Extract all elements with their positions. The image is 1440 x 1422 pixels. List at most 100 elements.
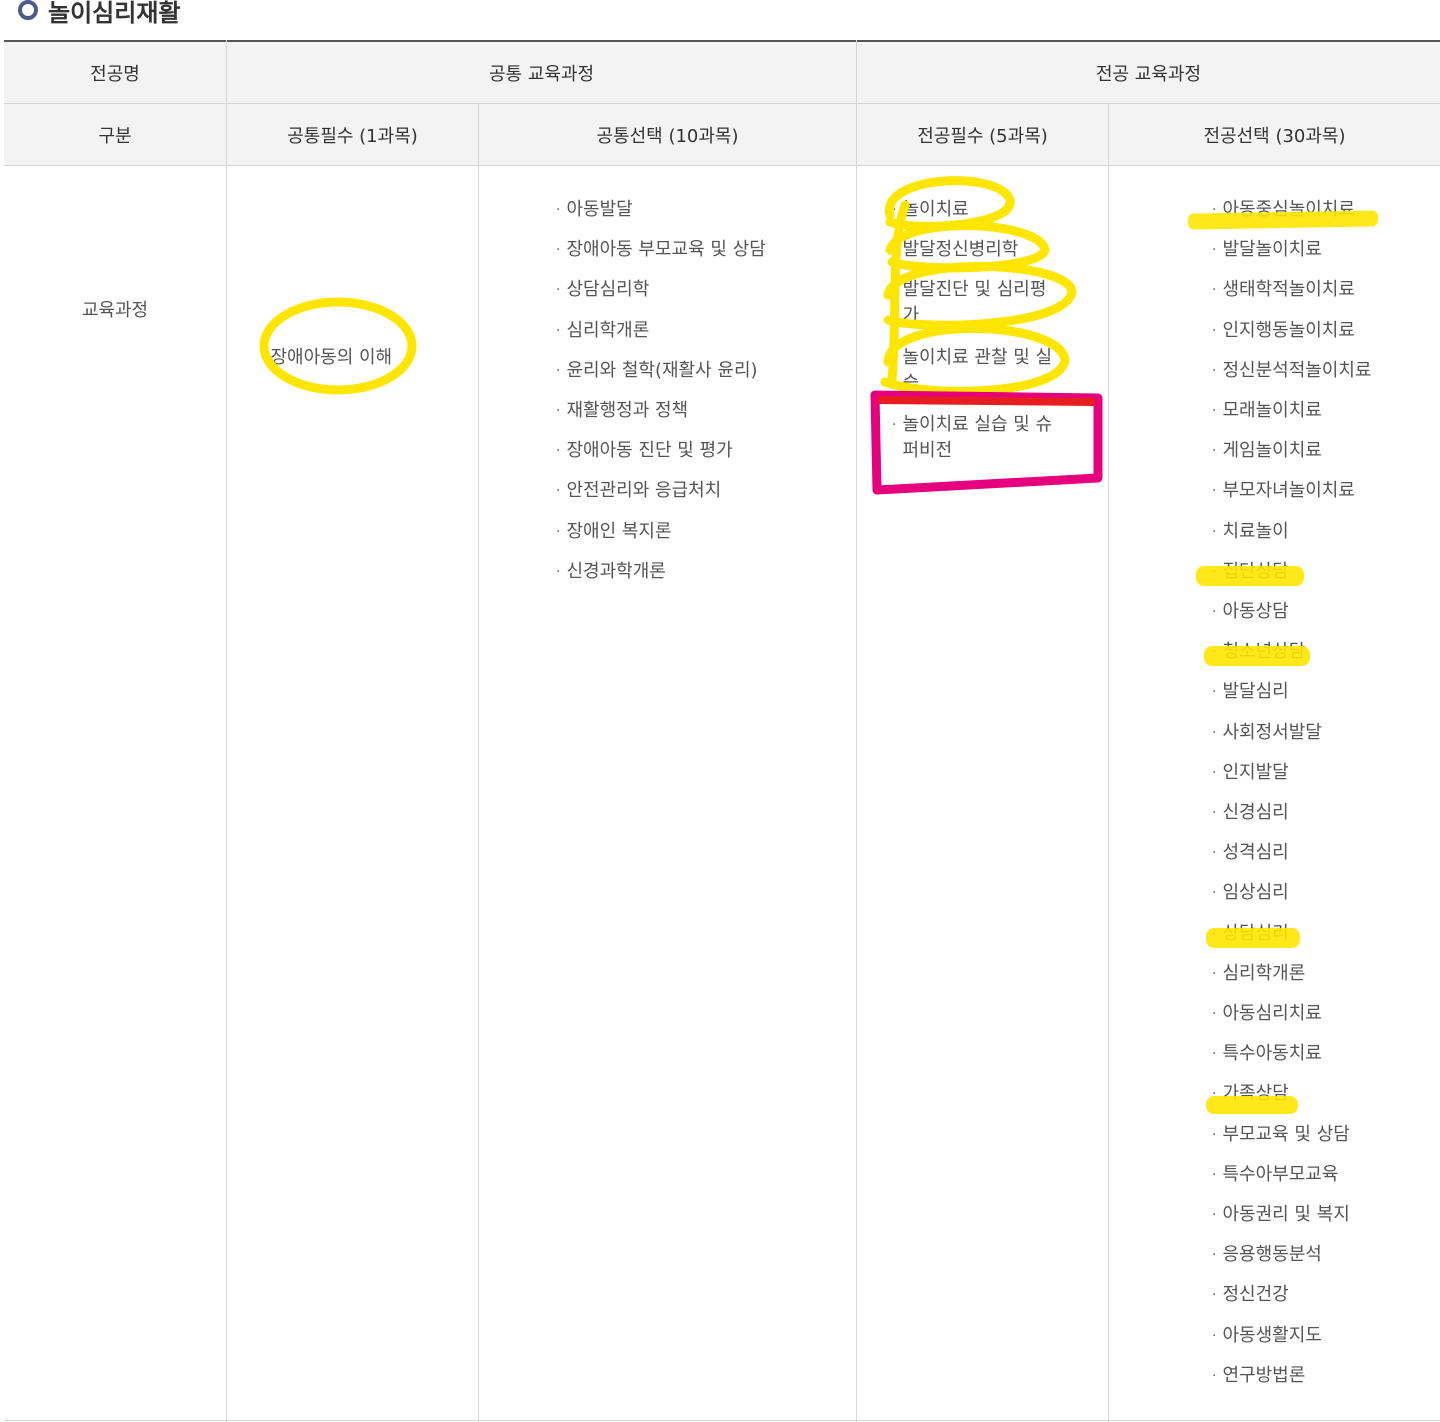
bullet-dot: · [1212,1006,1217,1022]
bullet-dot: · [892,202,897,218]
list-item: · 부모자녀놀이치료 [1212,478,1355,504]
list-item-text: 가족상담 [1222,1083,1289,1105]
list-item-text: 인지행동놀이치료 [1222,319,1355,341]
bullet-dot: · [1212,764,1217,781]
column-divider [1108,104,1109,1422]
bullet-dot: · [892,282,897,298]
list-item: · 발달진단 및 심리평가 [892,277,1057,329]
list-item: · 집단상담 [1212,559,1289,585]
list-item-text: 성격심리 [1222,842,1289,864]
bullet-dot: · [260,350,265,366]
list-item-text: 상담심리 [1222,922,1289,944]
bullet-dot: · [1212,1207,1217,1223]
bullet-dot: · [556,362,561,379]
list-item-text: 심리학개론 [1222,962,1306,984]
bullet-dot: · [1212,443,1217,460]
list-item: · 심리학개론 [556,318,649,344]
bullet-dot: · [556,563,561,580]
bullet-dot: · [1212,965,1217,982]
list-item: · 발달놀이치료 [1212,237,1322,263]
list-item: · 생태학적놀이치료 [1212,277,1355,303]
list-item: · 임상심리 [1212,880,1289,906]
list-item-text: 사회정서발달 [1222,721,1322,743]
list-item: · 아동중심놀이치료 [1212,197,1355,223]
bullet-dot: · [1212,563,1217,580]
list-item-text: 발달진단 및 심리평가 [902,279,1047,326]
bullet-dot: · [1212,925,1217,942]
list-item: · 아동생활지도 [1212,1323,1322,1349]
list-item: · 재활행정과 정책 [556,398,688,424]
bullet-dot: · [892,417,897,433]
bullet-dot: · [556,483,561,500]
list-item: · 부모교육 및 상담 [1212,1122,1350,1148]
list-item-text: 장애인 복지론 [566,520,672,542]
curriculum-table: 전공명 공통 교육과정 전공 교육과정 구분 공통필수 (1과목) 공통선택 (… [4,40,1440,1422]
bullet-dot: · [1212,684,1217,701]
bullet-dot: · [1212,1166,1217,1183]
header-common-elective: 공통선택 (10과목) [596,125,739,147]
header-major-name: 전공명 [90,63,140,85]
list-item: · 아동심리치료 [1212,1001,1322,1027]
list-item-text: 발달심리 [1222,681,1289,703]
list-item: · 신경과학개론 [556,559,666,585]
row-label: 교육과정 [81,300,149,321]
list-item: · 아동발달 [556,197,633,223]
bullet-dot: · [1212,845,1217,862]
list-item-text: 발달놀이치료 [1222,239,1322,261]
list-item-text: 특수아부모교육 [1222,1163,1339,1185]
list-item-text: 상담심리학 [566,279,650,301]
list-item: · 장애아동 진단 및 평가 [556,438,733,464]
list-item: · 청소년상담 [1212,639,1305,665]
header-common-curriculum: 공통 교육과정 [488,63,595,85]
header-category: 구분 [98,125,132,147]
bullet-dot: · [1212,1247,1217,1264]
section-title: 놀이심리재활 [18,0,180,30]
list-item-text: 아동상담 [1222,601,1289,622]
bullet-dot: · [556,443,561,460]
bullet-dot: · [1212,523,1217,540]
header-major-elective: 전공선택 (30과목) [1203,125,1346,147]
bullet-dot: · [556,403,561,419]
list-item-text: 아동중심놀이치료 [1222,199,1355,220]
list-item: · 가족상담 [1212,1081,1289,1107]
list-item-text: 놀이치료 [902,199,969,220]
list-item-text: 게임놀이치료 [1222,440,1322,462]
bullet-dot: · [556,202,561,218]
list-item-text: 아동생활지도 [1222,1324,1322,1346]
bullet-dot: · [556,242,561,259]
bullet-dot: · [556,322,561,339]
list-item-text: 청소년상담 [1222,641,1306,663]
list-item-text: 발달정신병리학 [902,239,1019,260]
bullet-dot: · [1212,1287,1217,1304]
bullet-dot: · [1212,1367,1217,1384]
row-divider [4,165,1440,166]
bullet-dot: · [1212,403,1217,419]
list-item: · 안전관리와 응급처치 [556,478,721,504]
list-item-text: 집단상담 [1222,560,1289,582]
column-divider [226,40,227,1422]
bullet-dot: · [1212,242,1217,259]
bullet-dot: · [1212,1327,1217,1344]
list-item: · 발달정신병리학 [892,237,1057,263]
list-item-text: 아동심리치료 [1222,1003,1322,1024]
bullet-dot: · [1212,1046,1217,1063]
list-item: · 모래놀이치료 [1212,398,1322,424]
list-item: · 놀이치료 [892,197,1057,223]
list-item: · 연구방법론 [1212,1363,1305,1389]
list-item-text: 응용행동분석 [1222,1244,1322,1266]
list-item: · 상담심리 [1212,921,1289,947]
header-major-required: 전공필수 (5과목) [917,125,1048,147]
list-item: · 발달심리 [1212,679,1289,705]
list-item-text: 아동발달 [566,199,633,220]
list-item: · 정신건강 [1212,1282,1289,1308]
list-item: · 인지행동놀이치료 [1212,318,1355,344]
list-item-text: 신경심리 [1222,802,1289,823]
bullet-dot: · [1212,1086,1217,1103]
bullet-dot: · [1212,322,1217,339]
list-item-text: 장애아동 진단 및 평가 [566,440,733,462]
list-item-text: 장애아동의 이해 [270,347,393,368]
list-item-text: 치료놀이 [1222,520,1289,542]
list-item: · 신경심리 [1212,800,1289,826]
bullet-dot: · [1212,724,1217,741]
list-item: · 장애아동 부모교육 및 상담 [556,237,766,263]
